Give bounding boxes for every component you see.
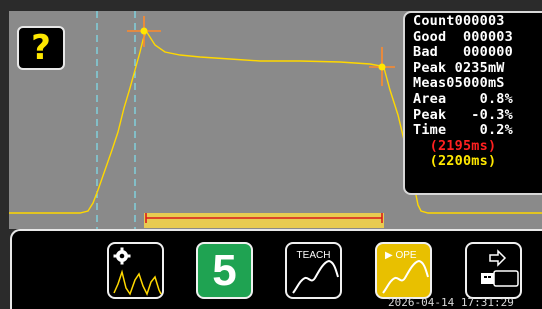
stats-panel: Count000003 Good 000003 Bad 000000 Peak 023… (403, 11, 542, 195)
stat-row: Bad 000000 (413, 44, 513, 61)
channel-number: 5 (212, 246, 237, 295)
arrow-to-usb-icon (481, 249, 519, 287)
stat-row: Area 0.8% (413, 90, 513, 107)
stat-row: Count000003 (413, 13, 505, 29)
ope-waveform-icon (382, 259, 429, 294)
monitor-screen: ? Count000003 Good 000003 Bad 000000 Peak 0… (0, 0, 542, 309)
channel-5-button[interactable]: 5 (196, 242, 253, 299)
export-to-usb-button[interactable] (465, 242, 522, 299)
limit-band (144, 213, 384, 228)
stat-row: Peak 0235mW (413, 59, 505, 76)
stat-row: Peak -0.3% (413, 106, 513, 123)
stat-row: Meas05000mS (413, 75, 505, 92)
operation-button[interactable]: ▶ OPE (375, 242, 432, 299)
help-icon: ? (31, 28, 51, 68)
waveform-settings-button[interactable] (107, 242, 164, 299)
gear-waveform-icon (113, 247, 162, 296)
stat-row: Good 000003 (413, 28, 513, 45)
peak-marker[interactable] (127, 16, 161, 47)
help-button[interactable]: ? (17, 26, 65, 70)
stat-row: (2195ms) (413, 137, 497, 154)
timestamp: 2026-04-14 17:31:29 (388, 296, 514, 309)
end-marker[interactable] (369, 47, 395, 86)
teach-waveform-icon (292, 259, 339, 294)
stat-row: (2200ms) (413, 153, 497, 170)
stat-row: Time 0.2% (413, 122, 513, 139)
teach-button[interactable]: TEACH (285, 242, 342, 299)
